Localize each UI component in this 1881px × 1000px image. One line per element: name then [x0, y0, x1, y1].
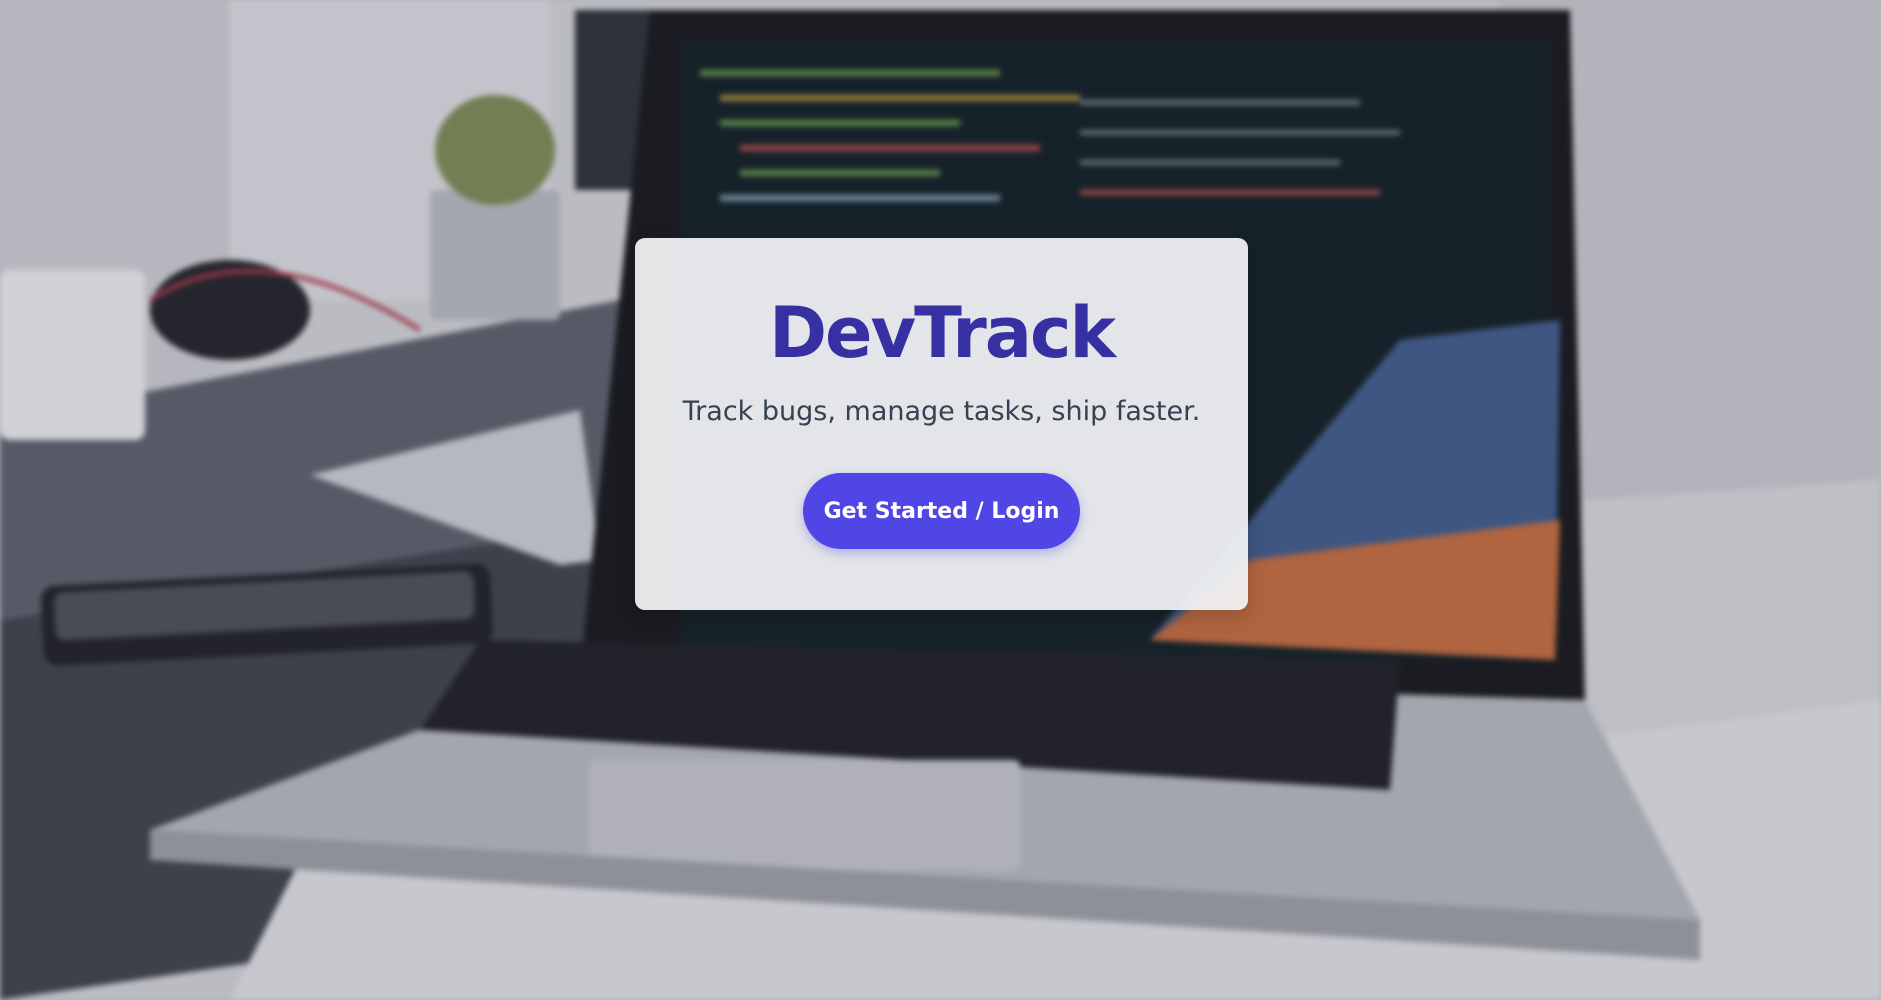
- get-started-login-button[interactable]: Get Started / Login: [803, 473, 1080, 549]
- tagline: Track bugs, manage tasks, ship faster.: [682, 396, 1201, 427]
- hero-card: DevTrack Track bugs, manage tasks, ship …: [635, 238, 1248, 610]
- landing-page: DevTrack Track bugs, manage tasks, ship …: [0, 0, 1881, 1000]
- brand-title: DevTrack: [768, 292, 1116, 374]
